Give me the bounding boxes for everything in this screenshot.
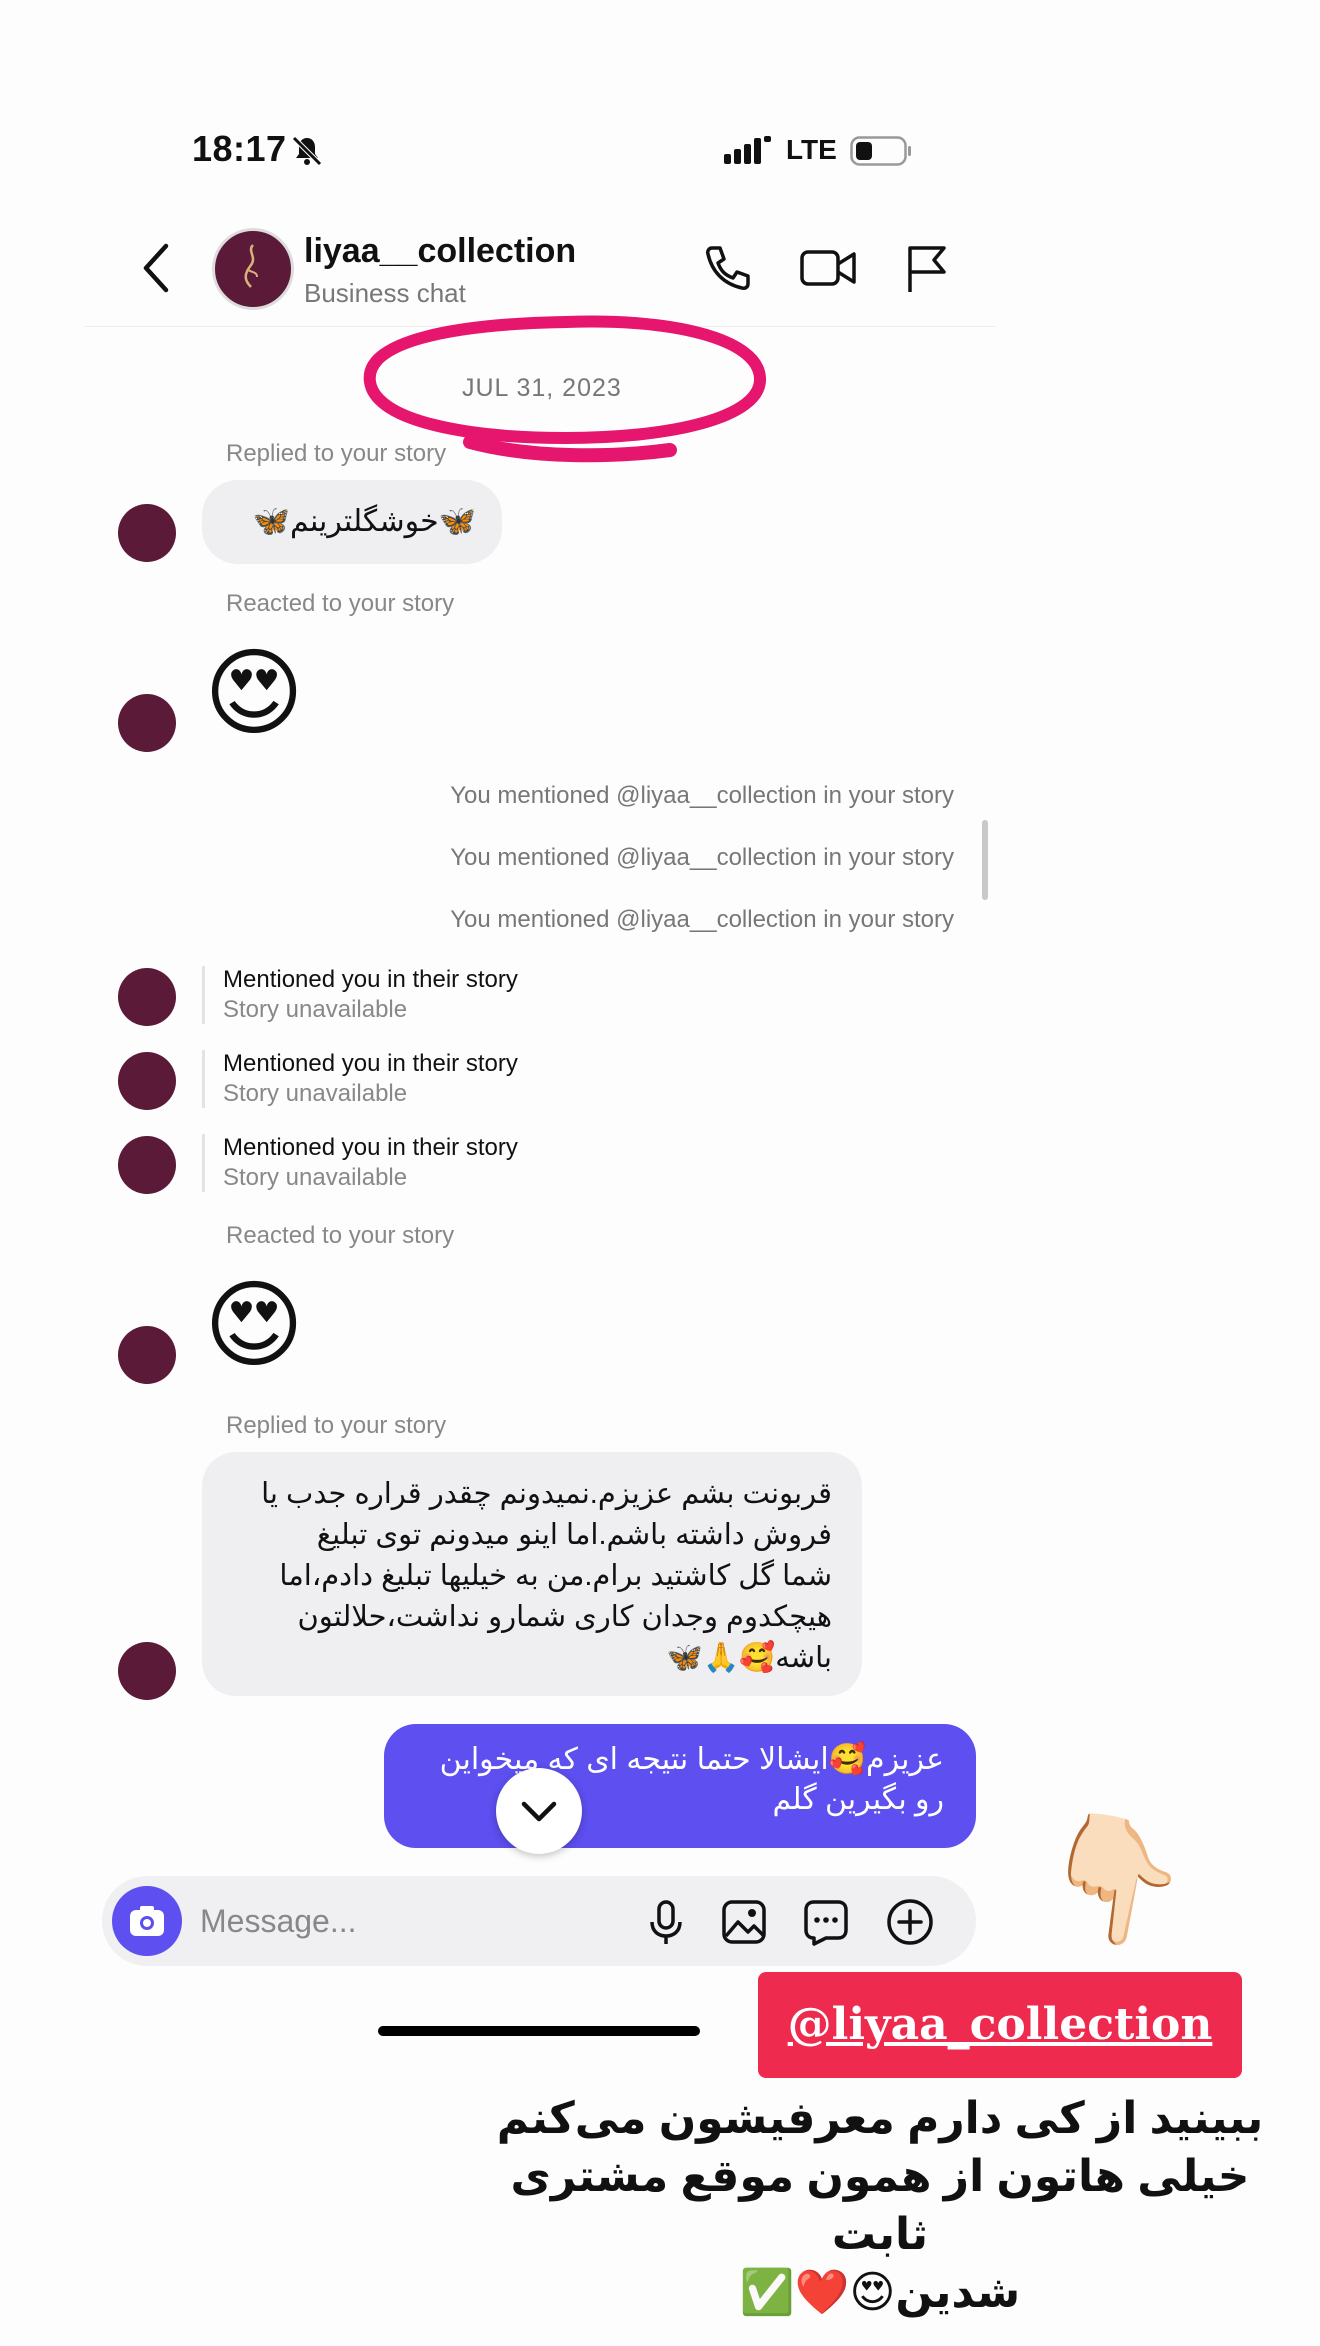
story-mention[interactable]: Mentioned you in their story Story unava… [202,1050,602,1108]
sender-avatar[interactable] [118,504,176,562]
gallery-icon[interactable] [718,1896,770,1948]
microphone-icon[interactable] [640,1896,692,1948]
back-arrow-icon[interactable] [136,238,176,298]
chat-type-label: Business chat [304,278,466,308]
sender-avatar[interactable] [118,1326,176,1384]
brand-logo-icon [244,244,258,288]
camera-button[interactable] [112,1886,182,1956]
contact-name[interactable]: liyaa__collection [304,232,576,271]
bell-muted-icon [292,136,322,166]
sticker-chat-icon[interactable] [800,1896,852,1948]
camera-icon [130,1906,164,1936]
message-line: قربونت بشم عزیزم.نمیدونم چقدر قراره جدب … [261,1478,832,1510]
story-caption: ببینید از کی دارم معرفیشون می‌کنم خیلی ه… [470,2090,1290,2322]
reply-meta: Replied to your story [226,1412,447,1439]
reaction-emoji[interactable]: 😍 [204,1278,304,1374]
sender-avatar[interactable] [118,1052,176,1110]
pointing-hand-emoji: 👇🏻 [1029,1801,1200,1959]
reaction-meta: Reacted to your story [226,590,455,617]
caption-line: ببینید از کی دارم معرفیشون می‌کنم [496,2094,1264,2143]
mention-notice: You mentioned @liyaa__collection in your… [450,782,954,809]
message-line: شما گل کاشتید برام.من به خیلیها تبلیغ دا… [279,1560,832,1592]
sent-message-bubble[interactable]: عزیزم🥰ایشالا حتما نتیجه ای که میخواین رو… [384,1724,976,1848]
reply-meta: Replied to your story [226,440,447,467]
plus-circle-icon[interactable] [884,1896,936,1948]
story-mention-status: Story unavailable [223,996,408,1023]
video-call-icon[interactable] [798,240,858,296]
home-indicator[interactable] [378,2026,700,2036]
status-time: 18:17 [192,128,287,169]
phone-call-icon[interactable] [700,240,756,296]
story-mention-status: Story unavailable [223,1080,408,1107]
reaction-emoji[interactable]: 😍 [204,646,304,742]
story-mention[interactable]: Mentioned you in their story Story unava… [202,966,602,1024]
story-mention[interactable]: Mentioned you in their story Story unava… [202,1134,602,1192]
message-bubble[interactable]: قربونت بشم عزیزم.نمیدونم چقدر قراره جدب … [202,1452,862,1696]
cellular-signal-icon [724,136,771,164]
mention-notice: You mentioned @liyaa__collection in your… [450,844,954,871]
message-line: هیچکدوم وجدان کاری شمارو نداشت،حلالتون [297,1601,832,1633]
scrollbar[interactable] [982,820,988,900]
battery-icon [850,136,911,166]
contact-avatar[interactable] [212,228,294,310]
message-bubble[interactable]: 🦋خوشگلترینم🦋 [202,480,502,564]
story-mention-title: Mentioned you in their story [223,1050,518,1077]
chevron-down-icon [521,1801,557,1822]
sender-avatar[interactable] [118,968,176,1026]
reaction-meta: Reacted to your story [226,1222,455,1249]
network-type: LTE [786,134,837,165]
message-input[interactable] [200,1898,600,1944]
scroll-to-bottom-button[interactable] [496,1768,582,1854]
caption-line: خیلی هاتون از همون موقع مشتری ثابت [510,2152,1250,2259]
story-mention-title: Mentioned you in their story [223,1134,518,1161]
mention-sticker[interactable]: @liyaa_collection [758,1972,1242,2078]
sender-avatar[interactable] [118,694,176,752]
mention-notice: You mentioned @liyaa__collection in your… [450,906,954,933]
story-mention-title: Mentioned you in their story [223,966,518,993]
sender-avatar[interactable] [118,1136,176,1194]
story-mention-status: Story unavailable [223,1164,408,1191]
sender-avatar[interactable] [118,1642,176,1700]
caption-line: شدین😍❤️✅ [739,2268,1021,2317]
report-flag-icon[interactable] [900,240,952,296]
message-line: فروش داشته باشم.اما اینو میدونم توی تبلی… [316,1519,832,1551]
message-line: باشه🥰🙏🦋 [666,1642,832,1674]
